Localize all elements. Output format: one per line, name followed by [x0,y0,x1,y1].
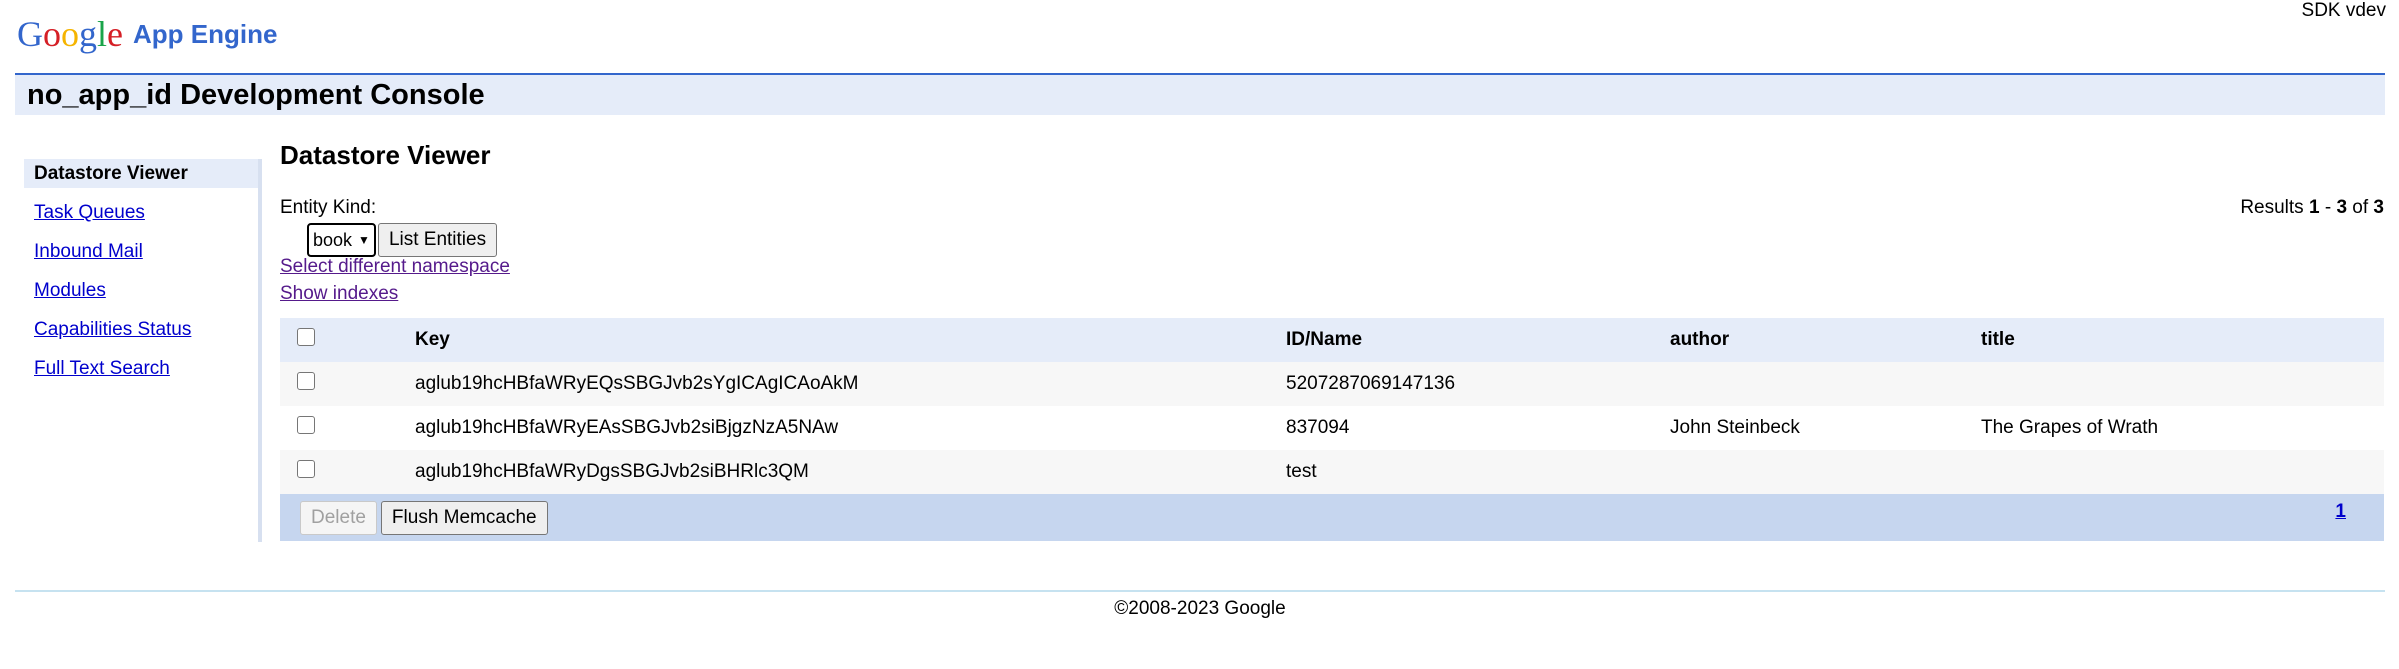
logo-product: App Engine [133,19,278,49]
cell-id: test [1286,461,1317,482]
sidebar-link-modules[interactable]: Modules [34,280,106,301]
cell-id: 5207287069147136 [1286,373,1456,394]
entity-kind-label: Entity Kind: [280,197,377,218]
sidebar-item-datastore-viewer[interactable]: Datastore Viewer [24,159,258,188]
results-prefix: Results [2240,197,2309,218]
google-app-engine-logo[interactable]: Google App Engine [17,14,277,55]
sidebar: Datastore Viewer Task Queues Inbound Mai… [24,159,262,542]
page-heading: Datastore Viewer [280,140,491,170]
column-header-id-name[interactable]: ID/Name [1286,329,1670,351]
table-actions-bar: Delete Flush Memcache 1 [280,494,2384,541]
entity-kind-controls: book ▼ List Entities [307,223,498,257]
google-wordmark: Google [17,14,123,54]
page-link[interactable]: 1 [2335,501,2346,522]
copyright: ©2008-2023 Google [1114,598,1286,619]
cell-key: aglub19hcHBfaWRyEAsSBGJvb2siBjgzNzA5NAw [415,417,839,438]
results-separator: - [2319,197,2337,218]
show-indexes-link[interactable]: Show indexes [280,280,510,307]
page-footer: ©2008-2023 Google [15,590,2385,620]
sidebar-item-task-queues[interactable]: Task Queues [24,198,258,237]
list-entities-button[interactable]: List Entities [377,223,498,257]
entity-kind-select[interactable]: book ▼ [307,223,376,257]
table-row[interactable]: aglub19hcHBfaWRyDgsSBGJvb2siBHRlc3QM tes… [280,450,2384,494]
row-checkbox[interactable] [297,416,315,434]
cell-title: The Grapes of Wrath [1981,417,2159,438]
table-row[interactable]: aglub19hcHBfaWRyEQsSBGJvb2sYgICAgICAoAkM… [280,362,2384,406]
table-header: Key ID/Name author title [280,318,2384,362]
sidebar-link-capabilities-status[interactable]: Capabilities Status [34,319,191,340]
sidebar-item-modules[interactable]: Modules [24,276,258,315]
main-content: Datastore Viewer Entity Kind: Results 1 … [280,135,2384,541]
cell-key: aglub19hcHBfaWRyDgsSBGJvb2siBHRlc3QM [415,461,809,482]
viewer-links: Select different namespace Show indexes [280,253,510,307]
row-checkbox[interactable] [297,460,315,478]
sidebar-link-full-text-search[interactable]: Full Text Search [34,358,170,379]
results-of: of [2347,197,2374,218]
row-check-cell [280,416,415,440]
cell-author: John Steinbeck [1670,417,1800,438]
results-end: 3 [2336,197,2348,218]
column-header-key[interactable]: Key [415,329,1286,351]
row-check-cell [280,372,415,396]
table-row[interactable]: aglub19hcHBfaWRyEAsSBGJvb2siBjgzNzA5NAw … [280,406,2384,450]
sidebar-item-full-text-search[interactable]: Full Text Search [24,354,258,393]
sidebar-link-task-queues[interactable]: Task Queues [34,202,145,223]
pagination: 1 [2335,501,2346,523]
console-title-bar: no_app_id Development Console [15,73,2385,115]
select-namespace-link[interactable]: Select different namespace [280,253,510,280]
entity-kind-selected: book [313,229,353,250]
sidebar-item-capabilities-status[interactable]: Capabilities Status [24,315,258,354]
entity-table: Key ID/Name author title aglub19hcHBfaWR… [280,318,2384,541]
column-header-title[interactable]: title [1981,329,2384,351]
console-title: no_app_id Development Console [27,79,485,111]
delete-button[interactable]: Delete [300,500,377,535]
row-check-cell [280,460,415,484]
cell-key: aglub19hcHBfaWRyEQsSBGJvb2sYgICAgICAoAkM [415,373,859,394]
flush-memcache-button[interactable]: Flush Memcache [380,500,548,535]
chevron-down-icon: ▼ [358,233,370,247]
row-checkbox[interactable] [297,372,315,390]
sdk-version: SDK vdev [2301,0,2386,21]
sidebar-item-inbound-mail[interactable]: Inbound Mail [24,237,258,276]
select-all-checkbox[interactable] [297,328,315,346]
select-all-cell [280,328,415,352]
column-header-author[interactable]: author [1670,329,1981,351]
cell-id: 837094 [1286,417,1350,438]
results-total: 3 [2373,197,2384,218]
sidebar-link-inbound-mail[interactable]: Inbound Mail [34,241,143,262]
results-start: 1 [2308,197,2320,218]
results-summary: Results 1 - 3 of 3 [2240,197,2384,219]
page: Google App Engine SDK vdev no_app_id Deve… [0,0,2399,669]
